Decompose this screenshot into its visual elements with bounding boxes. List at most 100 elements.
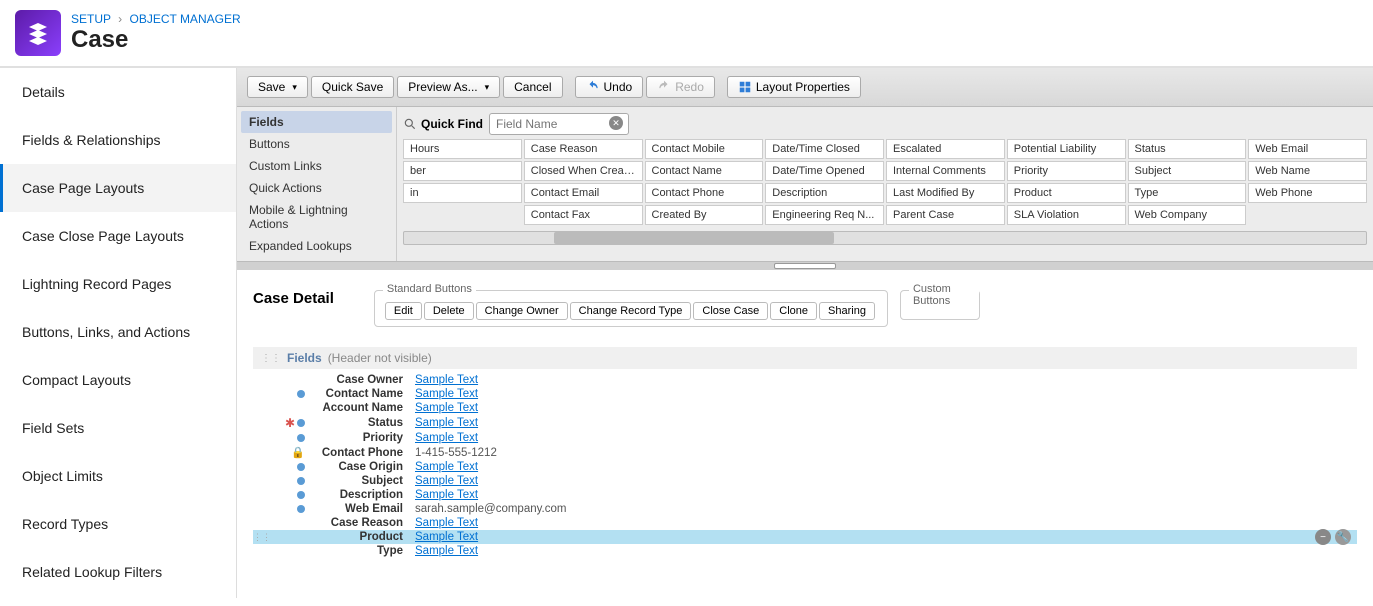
palette-field[interactable]: Web Name xyxy=(1248,161,1367,181)
sidebar-item-buttons-links-and-actions[interactable]: Buttons, Links, and Actions xyxy=(0,308,236,356)
palette-scrollbar[interactable] xyxy=(403,231,1367,245)
palette-field[interactable]: Closed When Created xyxy=(524,161,643,181)
field-row[interactable]: SubjectSample Text xyxy=(253,474,1357,488)
palette-collapse-handle[interactable] xyxy=(237,262,1373,270)
undo-button[interactable]: Undo xyxy=(575,76,644,98)
palette-field[interactable]: Contact Phone xyxy=(645,183,764,203)
remove-icon[interactable]: − xyxy=(1315,529,1331,545)
palette-field[interactable]: Escalated xyxy=(886,139,1005,159)
quick-find-input[interactable] xyxy=(489,113,629,135)
field-label: Status xyxy=(305,417,415,429)
undo-icon xyxy=(586,80,600,94)
std-button-close-case[interactable]: Close Case xyxy=(693,302,768,320)
field-label: Case Owner xyxy=(305,374,415,386)
breadcrumb-setup[interactable]: SETUP xyxy=(71,12,111,26)
palette-category-mobile-lightning-actions[interactable]: Mobile & Lightning Actions xyxy=(241,199,392,235)
palette-field[interactable]: Status xyxy=(1128,139,1247,159)
palette-field[interactable]: Contact Mobile xyxy=(645,139,764,159)
quick-save-button[interactable]: Quick Save xyxy=(311,76,394,98)
field-row[interactable]: Account NameSample Text xyxy=(253,401,1357,415)
wrench-icon[interactable]: 🔧 xyxy=(1335,529,1351,545)
std-button-clone[interactable]: Clone xyxy=(770,302,817,320)
search-icon xyxy=(403,117,417,131)
palette-category-quick-actions[interactable]: Quick Actions xyxy=(241,177,392,199)
field-row[interactable]: TypeSample Text xyxy=(253,544,1357,558)
field-value: Sample Text xyxy=(415,545,1357,557)
required-dot-icon xyxy=(297,390,305,398)
field-row[interactable]: Contact NameSample Text xyxy=(253,387,1357,401)
required-dot-icon xyxy=(297,434,305,442)
field-row[interactable]: DescriptionSample Text xyxy=(253,488,1357,502)
palette-field[interactable]: Web Phone xyxy=(1248,183,1367,203)
sidebar-item-object-limits[interactable]: Object Limits xyxy=(0,452,236,500)
sidebar-item-field-sets[interactable]: Field Sets xyxy=(0,404,236,452)
clear-icon[interactable]: ✕ xyxy=(609,116,623,130)
palette-field[interactable]: Contact Email xyxy=(524,183,643,203)
field-row[interactable]: ✱StatusSample Text xyxy=(253,415,1357,431)
palette-field[interactable]: in xyxy=(403,183,522,203)
palette-field[interactable]: Engineering Req N... xyxy=(765,205,884,225)
palette-field[interactable]: Case Reason xyxy=(524,139,643,159)
redo-button[interactable]: Redo xyxy=(646,76,715,98)
palette-field[interactable]: Type xyxy=(1128,183,1247,203)
quick-find-label: Quick Find xyxy=(421,117,483,131)
std-button-delete[interactable]: Delete xyxy=(424,302,474,320)
palette-field[interactable]: Date/Time Closed xyxy=(765,139,884,159)
palette-field[interactable]: Product xyxy=(1007,183,1126,203)
palette-field[interactable]: Contact Fax xyxy=(524,205,643,225)
field-row[interactable]: Case OwnerSample Text xyxy=(253,373,1357,387)
layout-properties-button[interactable]: Layout Properties xyxy=(727,76,861,98)
redo-icon xyxy=(657,80,671,94)
sidebar-item-compact-layouts[interactable]: Compact Layouts xyxy=(0,356,236,404)
palette-field[interactable]: Description xyxy=(765,183,884,203)
sidebar-item-case-page-layouts[interactable]: Case Page Layouts xyxy=(0,164,236,212)
palette-field[interactable]: Hours xyxy=(403,139,522,159)
std-button-edit[interactable]: Edit xyxy=(385,302,422,320)
required-dot-icon xyxy=(297,463,305,471)
save-button[interactable]: Save xyxy=(247,76,308,98)
field-row[interactable]: 🔒Contact Phone1-415-555-1212 xyxy=(253,445,1357,460)
sidebar-item-record-types[interactable]: Record Types xyxy=(0,500,236,548)
detail-title: Case Detail xyxy=(253,290,334,307)
field-row[interactable]: PrioritySample Text xyxy=(253,431,1357,445)
cancel-button[interactable]: Cancel xyxy=(503,76,562,98)
field-row[interactable]: Case OriginSample Text xyxy=(253,460,1357,474)
palette-field[interactable]: Subject xyxy=(1128,161,1247,181)
field-row[interactable]: Web Emailsarah.sample@company.com xyxy=(253,502,1357,516)
preview-as-button[interactable]: Preview As... xyxy=(397,76,500,98)
palette-field[interactable]: Potential Liability xyxy=(1007,139,1126,159)
std-button-change-owner[interactable]: Change Owner xyxy=(476,302,568,320)
palette-field[interactable]: Contact Name xyxy=(645,161,764,181)
palette-category-custom-links[interactable]: Custom Links xyxy=(241,155,392,177)
std-button-sharing[interactable]: Sharing xyxy=(819,302,875,320)
palette-field[interactable]: Date/Time Opened xyxy=(765,161,884,181)
sidebar-item-details[interactable]: Details xyxy=(0,68,236,116)
palette-category-expanded-lookups[interactable]: Expanded Lookups xyxy=(241,235,392,257)
palette-field[interactable]: Priority xyxy=(1007,161,1126,181)
std-button-change-record-type[interactable]: Change Record Type xyxy=(570,302,692,320)
field-row[interactable]: Case ReasonSample Text xyxy=(253,516,1357,530)
palette-category-buttons[interactable]: Buttons xyxy=(241,133,392,155)
palette-field[interactable]: Web Email xyxy=(1248,139,1367,159)
palette-field[interactable]: SLA Violation xyxy=(1007,205,1126,225)
sidebar-item-related-lookup-filters[interactable]: Related Lookup Filters xyxy=(0,548,236,596)
field-value: sarah.sample@company.com xyxy=(415,503,1357,515)
required-dot-icon xyxy=(297,419,305,427)
field-value: Sample Text xyxy=(415,388,1357,400)
breadcrumb-object-manager[interactable]: OBJECT MANAGER xyxy=(129,12,240,26)
palette-field[interactable]: Internal Comments xyxy=(886,161,1005,181)
palette-field[interactable]: Created By xyxy=(645,205,764,225)
palette-field[interactable]: ber xyxy=(403,161,522,181)
field-row[interactable]: ⋮⋮ProductSample Text−🔧 xyxy=(253,530,1357,544)
palette-category-fields[interactable]: Fields xyxy=(241,111,392,133)
sidebar-item-fields-relationships[interactable]: Fields & Relationships xyxy=(0,116,236,164)
sidebar-item-search-layouts[interactable]: Search Layouts xyxy=(0,596,236,598)
sidebar-item-case-close-page-layouts[interactable]: Case Close Page Layouts xyxy=(0,212,236,260)
sidebar-item-lightning-record-pages[interactable]: Lightning Record Pages xyxy=(0,260,236,308)
palette-field[interactable]: Web Company xyxy=(1128,205,1247,225)
palette-field[interactable]: Last Modified By xyxy=(886,183,1005,203)
palette-field[interactable]: Parent Case xyxy=(886,205,1005,225)
field-value: Sample Text xyxy=(415,432,1357,444)
fields-section-header[interactable]: ⋮⋮ Fields (Header not visible) xyxy=(253,347,1357,369)
case-detail-panel: Case Detail Standard Buttons EditDeleteC… xyxy=(237,270,1373,598)
